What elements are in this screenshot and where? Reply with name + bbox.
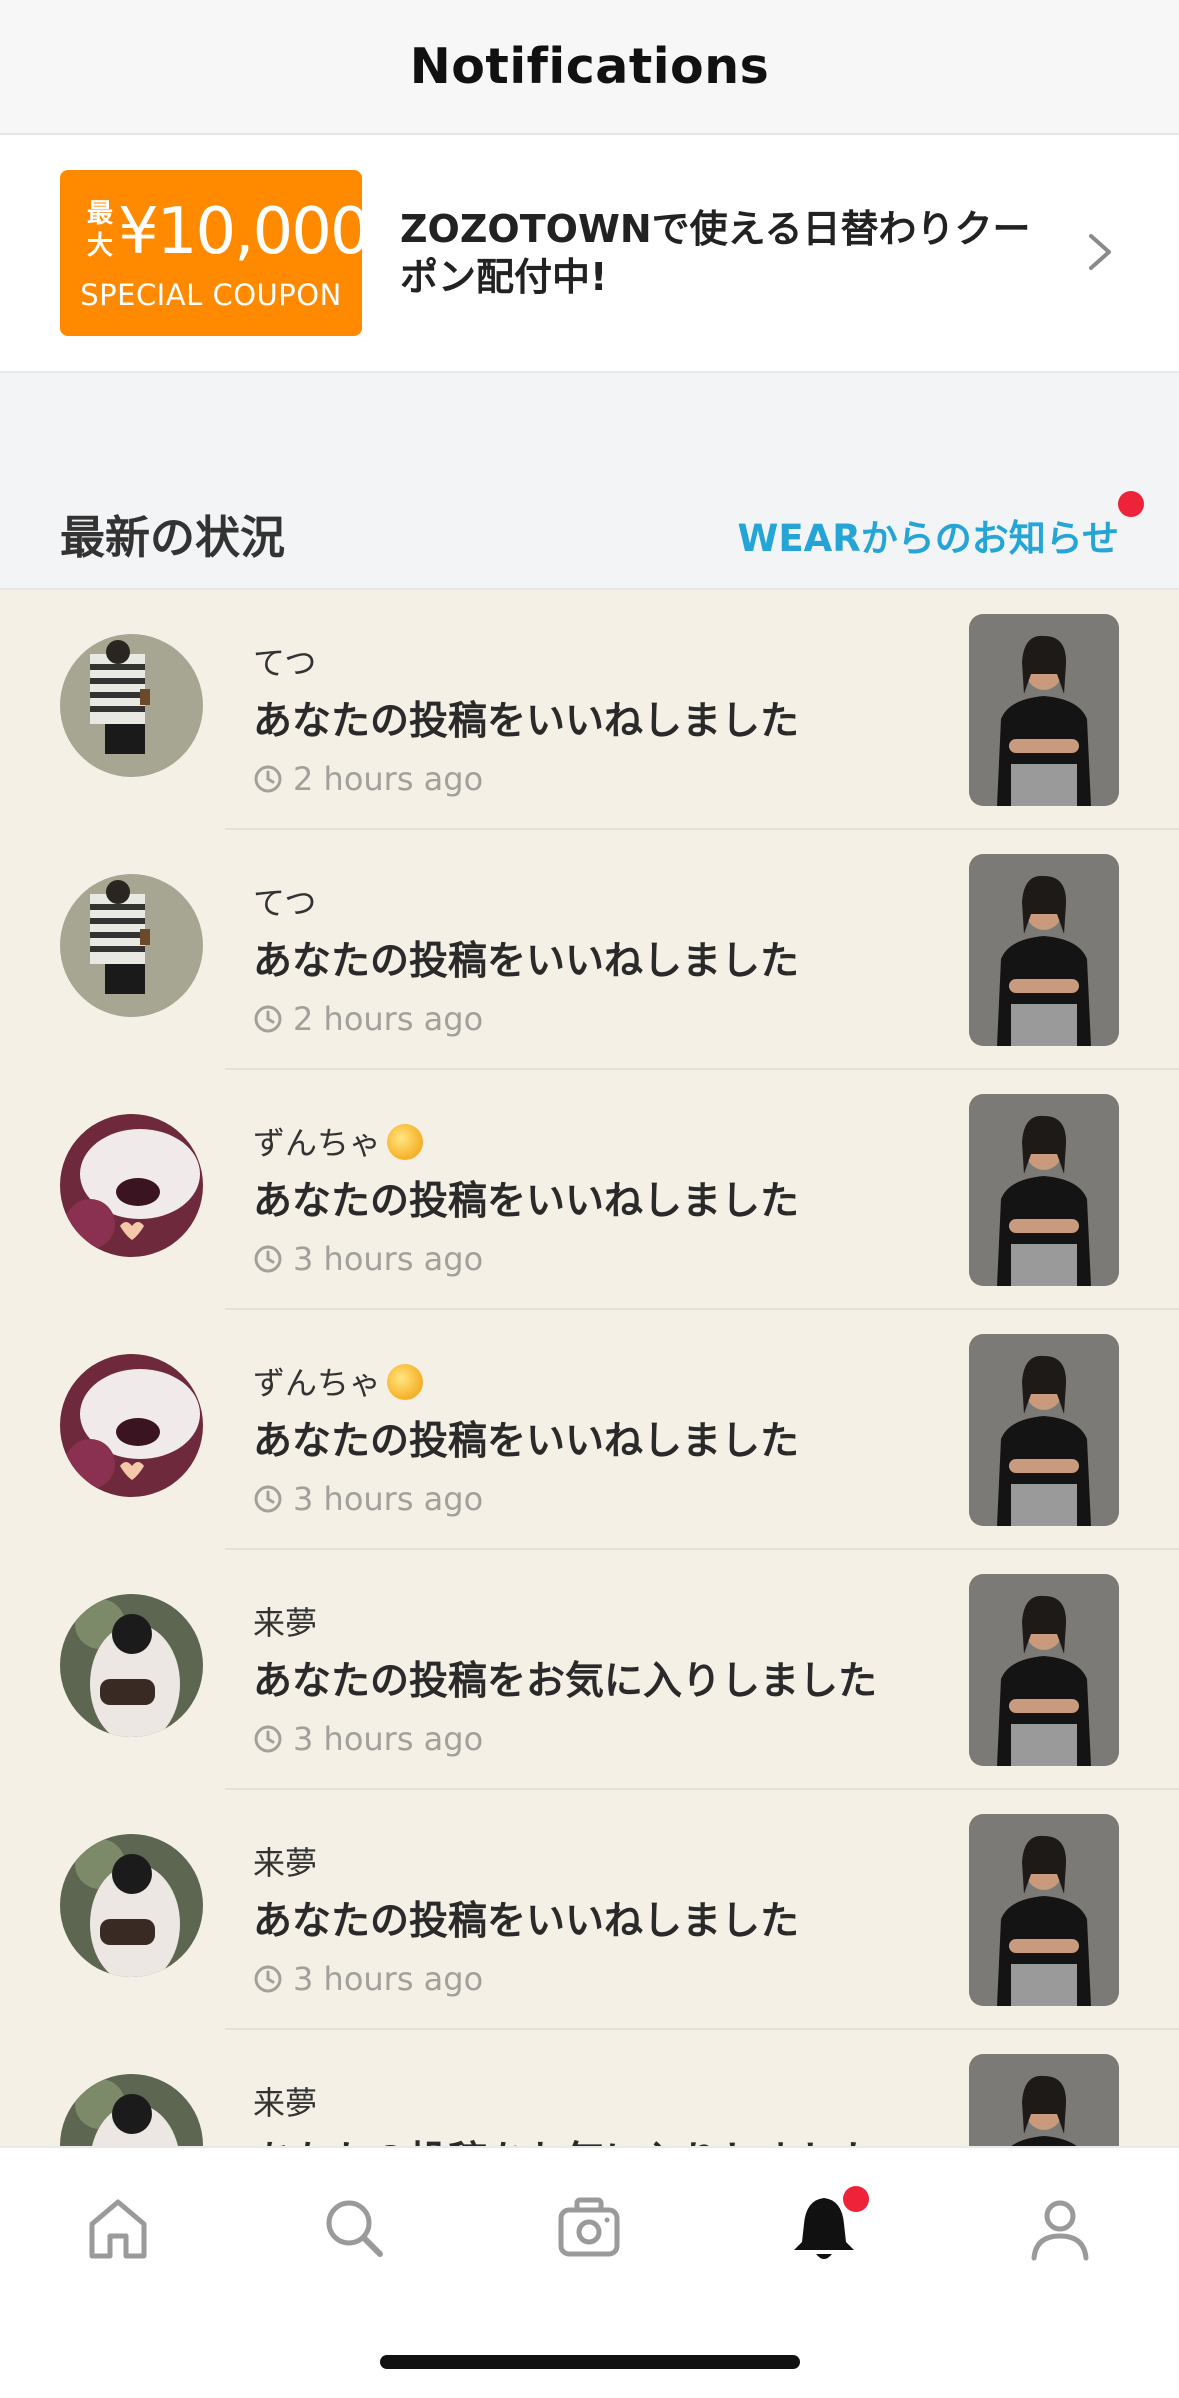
notification-row[interactable]: 来夢 あなたの投稿をお気に入りしました 3 hours ago [0,1550,1179,1790]
section-title: 最新の状況 [60,511,286,564]
post-thumbnail[interactable] [969,854,1119,1046]
notification-message: あなたの投稿をいいねしました [253,1179,800,1224]
coupon-badge-label: SPECIAL COUPON [80,278,342,312]
avatar[interactable] [60,1834,203,1977]
search-icon[interactable] [314,2188,394,2268]
notification-row[interactable]: ずんちゃ あなたの投稿をいいねしました 3 hours ago [0,1070,1179,1310]
notification-message: あなたの投稿をいいねしました [253,1899,800,1944]
post-thumbnail[interactable] [969,614,1119,806]
timestamp: 3 hours ago [253,1720,483,1758]
avatar[interactable] [60,2074,203,2146]
clock-icon [254,1245,282,1273]
notification-message: あなたの投稿をいいねしました [253,699,800,744]
notification-message: あなたの投稿をお気に入りしました [253,1659,878,1704]
clock-icon [254,1005,282,1033]
news-unread-dot [1118,491,1144,517]
user-name: ずんちゃ [253,1118,424,1164]
nav-header: Notifications [0,0,1179,135]
notification-badge-dot [843,2186,869,2212]
notification-list: てつ あなたの投稿をいいねしました 2 hours ago てつ あなたの投稿を… [0,590,1179,2146]
timestamp: 2 hours ago [253,1000,483,1038]
post-thumbnail[interactable] [969,1094,1119,1286]
coupon-badge-amount: ¥10,000 [118,195,371,269]
user-name: てつ [253,644,317,682]
notification-row[interactable]: てつ あなたの投稿をいいねしました 2 hours ago [0,590,1179,830]
user-name: 来夢 [253,1844,318,1882]
notification-row[interactable]: てつ あなたの投稿をいいねしました 2 hours ago [0,830,1179,1070]
clock-icon [254,1485,282,1513]
sun-face-emoji-icon [387,1124,424,1160]
post-thumbnail[interactable] [969,1574,1119,1766]
page-title: Notifications [409,38,770,95]
notification-message: あなたの投稿をいいねしました [253,939,800,984]
coupon-badge: 最大 ¥10,000 SPECIAL COUPON [60,170,371,336]
user-name: ずんちゃ [253,1358,424,1404]
notification-message: あなたの投稿をお気に入りしました [253,2130,877,2146]
user-name: 来夢 [253,2084,318,2122]
coupon-text: ZOZOTOWNで使える日替わりクーポン配付中! [400,207,1031,299]
section-header: 最新の状況 WEARからのお知らせ [0,373,1179,590]
clock-icon [254,1965,282,1993]
user-name: 来夢 [253,1604,318,1642]
clock-icon [254,765,282,793]
notification-message: あなたの投稿をいいねしました [253,1419,800,1464]
sun-face-emoji-icon [387,1364,424,1400]
avatar[interactable] [60,874,203,1017]
profile-icon[interactable] [1020,2188,1100,2268]
post-thumbnail[interactable] [969,1334,1119,1526]
camera-icon[interactable] [549,2188,629,2268]
post-thumbnail[interactable] [969,1814,1119,2006]
post-thumbnail[interactable] [969,2054,1119,2146]
timestamp: 2 hours ago [253,760,483,798]
clock-icon [254,1725,282,1753]
avatar[interactable] [60,1594,203,1737]
notification-row[interactable]: 来夢 あなたの投稿をいいねしました 3 hours ago [0,1790,1179,2030]
user-name: てつ [253,884,317,922]
home-indicator[interactable] [380,2355,800,2369]
home-icon[interactable] [78,2188,158,2268]
coupon-badge-max: 最大 [86,199,113,261]
chevron-right-icon [1089,234,1111,270]
notification-row[interactable]: 来夢 あなたの投稿をお気に入りしました [0,2030,1179,2146]
avatar[interactable] [60,634,203,777]
avatar[interactable] [60,1114,203,1257]
notification-row[interactable]: ずんちゃ あなたの投稿をいいねしました 3 hours ago [0,1310,1179,1550]
timestamp: 3 hours ago [253,1240,483,1278]
timestamp: 3 hours ago [253,1960,483,1998]
avatar[interactable] [60,1354,203,1497]
wear-news-link[interactable]: WEARからのお知らせ [738,508,1119,562]
timestamp: 3 hours ago [253,1480,483,1518]
coupon-banner[interactable]: 最大 ¥10,000 SPECIAL COUPON ZOZOTOWNで使える日替… [0,135,1179,373]
